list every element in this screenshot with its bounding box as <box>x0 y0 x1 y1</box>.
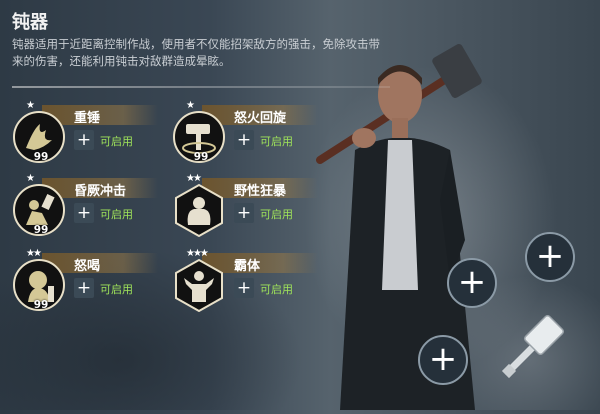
skill-slot-button[interactable]: + <box>418 335 468 385</box>
add-skill-button[interactable]: + <box>74 130 94 150</box>
skill-name: 野性狂暴 <box>234 184 287 199</box>
sledgehammer-icon[interactable] <box>490 308 570 388</box>
skill-status: 可启用 <box>100 283 133 296</box>
skill-name: 重锤 <box>74 111 101 126</box>
add-skill-button[interactable]: + <box>74 203 94 223</box>
skill-card-war-cry[interactable]: ★★ 99 怒喝 + 可启用 <box>12 248 172 314</box>
skill-level: 99 <box>33 151 49 163</box>
skill-stars: ★★ <box>26 248 42 259</box>
skill-card-stun-strike[interactable]: ★ 99 昏厥冲击 + 可启用 <box>12 173 172 239</box>
skill-status: 可启用 <box>100 208 133 221</box>
add-skill-button[interactable]: + <box>74 278 94 298</box>
skill-stars: ★★ <box>186 173 202 184</box>
skill-card-heavy-hammer[interactable]: ★ 99 重锤 + 可启用 <box>12 100 172 166</box>
skill-name: 怒喝 <box>74 259 101 274</box>
super-armor-icon[interactable] <box>172 258 226 312</box>
skill-status: 可启用 <box>260 283 293 296</box>
skill-stars: ★ <box>26 173 35 184</box>
page-title: 钝器 <box>12 12 48 33</box>
skill-name: 怒火回旋 <box>234 111 287 126</box>
skill-stars: ★★★ <box>186 248 209 259</box>
add-skill-button[interactable]: + <box>234 203 254 223</box>
skill-name: 昏厥冲击 <box>74 184 127 199</box>
add-skill-button[interactable]: + <box>234 130 254 150</box>
skill-stars: ★ <box>26 100 35 111</box>
skill-card-super-armor[interactable]: ★★★ 霸体 + 可启用 <box>172 248 332 314</box>
divider <box>12 86 390 88</box>
skill-name: 霸体 <box>234 259 261 274</box>
skill-slot-button[interactable]: + <box>447 258 497 308</box>
skill-level: 99 <box>33 299 49 311</box>
skill-stars: ★ <box>186 100 195 111</box>
skill-level: 99 <box>33 224 49 236</box>
skill-card-rage-spin[interactable]: ★ 99 怒火回旋 + 可启用 <box>172 100 332 166</box>
add-skill-button[interactable]: + <box>234 278 254 298</box>
skill-level: 99 <box>193 151 209 163</box>
skill-status: 可启用 <box>260 135 293 148</box>
skill-card-wild-rage[interactable]: ★★ 野性狂暴 + 可启用 <box>172 173 332 239</box>
weapon-description: 钝器适用于近距离控制作战，使用者不仅能招架敌方的强击，免除攻击带来的伤害，还能利… <box>12 37 380 68</box>
wild-rage-icon[interactable] <box>172 183 226 237</box>
skill-status: 可启用 <box>260 208 293 221</box>
skill-slot-button[interactable]: + <box>525 232 575 282</box>
skill-status: 可启用 <box>100 135 133 148</box>
